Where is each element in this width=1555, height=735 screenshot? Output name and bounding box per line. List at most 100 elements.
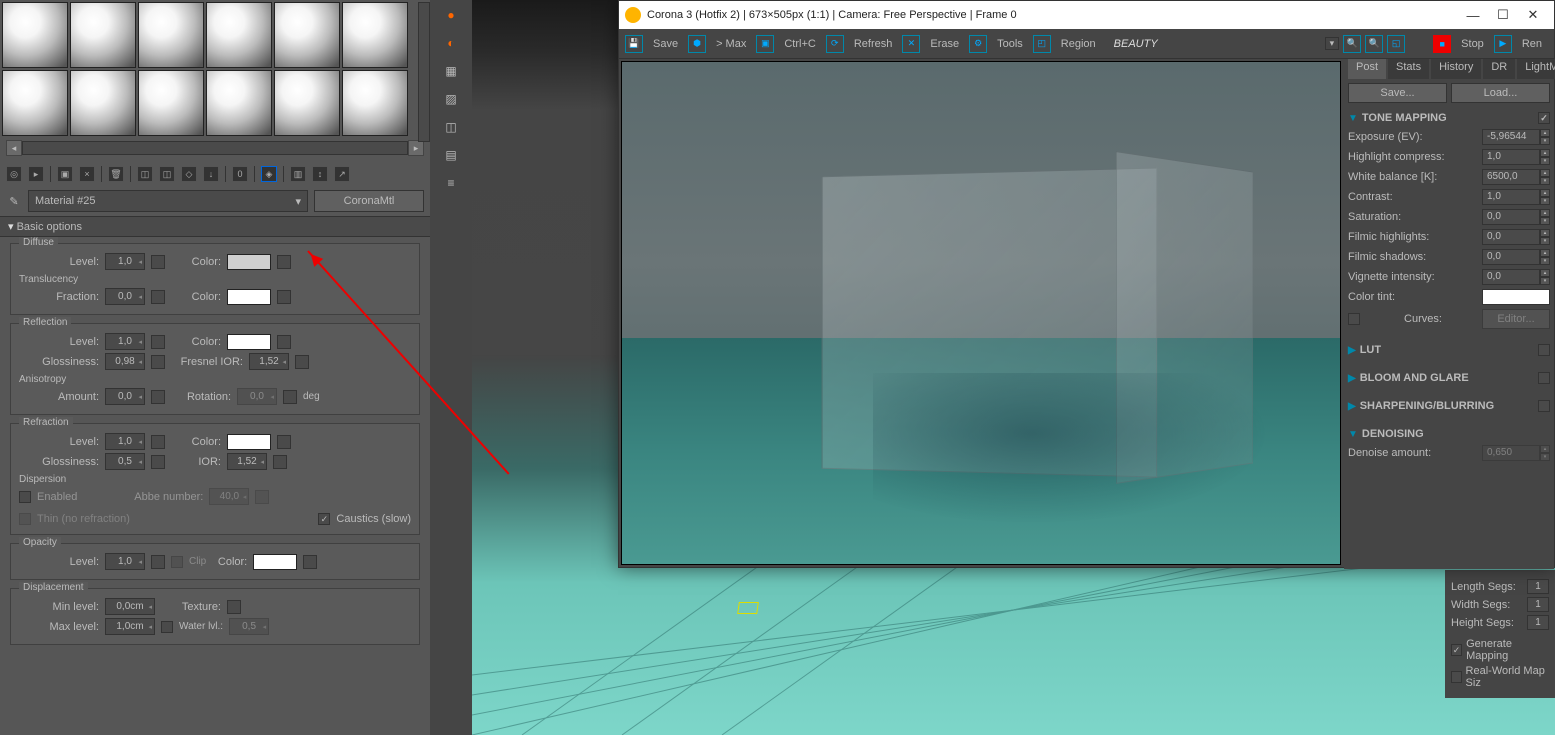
whitebal-input[interactable]: 6500,0▴▾ [1482, 169, 1550, 185]
refr-color-swatch[interactable] [227, 434, 271, 450]
scroll-right-icon[interactable]: ▸ [408, 140, 424, 156]
fresnel-input[interactable]: 1,52 [249, 353, 289, 370]
lut-checkbox[interactable] [1538, 344, 1550, 356]
delete-icon[interactable]: 🗑 [108, 166, 124, 182]
refr-gloss-input[interactable]: 0,5 [105, 453, 145, 470]
zoom-out-icon[interactable]: 🔍 [1365, 35, 1383, 53]
tools-icon[interactable]: ⚙ [969, 35, 987, 53]
filmic-h-input[interactable]: 0,0▴▾ [1482, 229, 1550, 245]
gloss-map[interactable] [151, 355, 165, 369]
curves-checkbox[interactable] [1348, 313, 1360, 325]
render-button[interactable]: Ren [1516, 33, 1548, 55]
material-thumb[interactable] [274, 70, 340, 136]
denoise-header[interactable]: ▼DENOISING [1348, 425, 1550, 443]
material-name-dropdown[interactable]: Material #25 ▾ [28, 190, 308, 212]
bloom-header[interactable]: ▶BLOOM AND GLARE [1348, 369, 1550, 387]
stop-icon[interactable]: ■ [1433, 35, 1451, 53]
fraction-input[interactable]: 0,0 [105, 288, 145, 305]
op-color-map[interactable] [303, 555, 317, 569]
maximize-button[interactable]: ☐ [1488, 3, 1518, 27]
op-level-map[interactable] [151, 555, 165, 569]
sharpen-header[interactable]: ▶SHARPENING/BLURRING [1348, 397, 1550, 415]
max-icon[interactable]: ⬢ [688, 35, 706, 53]
tex-map[interactable] [227, 600, 241, 614]
material-thumb[interactable] [206, 2, 272, 68]
assign-icon[interactable]: ▣ [57, 166, 73, 182]
copy-icon[interactable]: ▣ [756, 35, 774, 53]
minimize-button[interactable]: — [1458, 3, 1488, 27]
real-world-checkbox[interactable] [1451, 671, 1462, 683]
denoise-amount-input[interactable]: 0,650▴▾ [1482, 445, 1550, 461]
tone-mapping-header[interactable]: ▼ TONE MAPPING ✓ [1348, 109, 1550, 127]
put-library-icon[interactable]: ↓ [203, 166, 219, 182]
pass-dropdown[interactable]: BEAUTY [1114, 38, 1158, 50]
tab-history[interactable]: History [1431, 59, 1481, 79]
erase-icon[interactable]: ✕ [902, 35, 920, 53]
refr-level-input[interactable]: 1,0 [105, 433, 145, 450]
refr-ior-map[interactable] [273, 455, 287, 469]
highlight-input[interactable]: 1,0▴▾ [1482, 149, 1550, 165]
sharpen-checkbox[interactable] [1538, 400, 1550, 412]
save-post-button[interactable]: Save... [1348, 83, 1447, 103]
sample-uv-icon[interactable]: ◫ [442, 118, 460, 136]
stop-button[interactable]: Stop [1455, 33, 1490, 55]
save-icon[interactable]: 💾 [625, 35, 643, 53]
diffuse-level-input[interactable]: 1,0 [105, 253, 145, 270]
render-view[interactable] [621, 61, 1341, 565]
diffuse-level-map[interactable] [151, 255, 165, 269]
tab-post[interactable]: Post [1348, 59, 1386, 79]
minlevel-input[interactable]: 0,0cm [105, 598, 155, 615]
sample-sphere-icon[interactable]: ● [442, 6, 460, 24]
op-color-swatch[interactable] [253, 554, 297, 570]
title-bar[interactable]: Corona 3 (Hotfix 2) | 673×505px (1:1) | … [619, 1, 1554, 29]
navigate-icon[interactable]: ↕ [312, 166, 328, 182]
material-thumb[interactable] [138, 2, 204, 68]
pass-arrow-icon[interactable]: ▾ [1325, 37, 1340, 50]
refr-level-map[interactable] [151, 435, 165, 449]
refl-level-map[interactable] [151, 335, 165, 349]
save-button[interactable]: Save [647, 33, 684, 55]
curves-editor-button[interactable]: Editor... [1482, 309, 1550, 329]
aniso-map[interactable] [151, 390, 165, 404]
material-thumb[interactable] [342, 70, 408, 136]
contrast-input[interactable]: 1,0▴▾ [1482, 189, 1550, 205]
refl-color-swatch[interactable] [227, 334, 271, 350]
refr-color-map[interactable] [277, 435, 291, 449]
rotation-input[interactable]: 0,0 [237, 388, 277, 405]
fraction-map[interactable] [151, 290, 165, 304]
load-post-button[interactable]: Load... [1451, 83, 1550, 103]
material-thumb[interactable] [274, 2, 340, 68]
gizmo-icon[interactable] [737, 602, 759, 614]
reset-icon[interactable]: × [79, 166, 95, 182]
vignette-input[interactable]: 0,0▴▾ [1482, 269, 1550, 285]
sample-custom-icon[interactable]: ≡ [442, 174, 460, 192]
make-unique-icon[interactable]: ◇ [181, 166, 197, 182]
id-icon[interactable]: 0 [232, 166, 248, 182]
paste-icon[interactable]: ◫ [159, 166, 175, 182]
sample-options-icon[interactable]: ▦ [442, 62, 460, 80]
trans-color-map[interactable] [277, 290, 291, 304]
material-thumb[interactable] [70, 70, 136, 136]
refl-color-map[interactable] [277, 335, 291, 349]
region-button[interactable]: Region [1055, 33, 1102, 55]
aniso-amount-input[interactable]: 0,0 [105, 388, 145, 405]
width-segs-input[interactable]: 1 [1527, 597, 1549, 612]
copy-icon[interactable]: ◫ [137, 166, 153, 182]
tab-lightmix[interactable]: LightM [1517, 59, 1555, 79]
put-material-icon[interactable]: ▸ [28, 166, 44, 182]
rotation-map[interactable] [283, 390, 297, 404]
show-end-icon[interactable]: ▥ [290, 166, 306, 182]
filmic-s-input[interactable]: 0,0▴▾ [1482, 249, 1550, 265]
exposure-input[interactable]: -5,96544▴▾ [1482, 129, 1550, 145]
scroll-track[interactable] [22, 141, 408, 155]
diffuse-color-map[interactable] [277, 255, 291, 269]
eyedropper-icon[interactable]: ✎ [6, 193, 22, 209]
basic-options-header[interactable]: ▾ Basic options [0, 216, 430, 237]
tint-swatch[interactable] [1482, 289, 1550, 305]
region-icon[interactable]: ◰ [1033, 35, 1051, 53]
scroll-left-icon[interactable]: ◂ [6, 140, 22, 156]
refr-gloss-map[interactable] [151, 455, 165, 469]
material-thumb[interactable] [2, 70, 68, 136]
lut-header[interactable]: ▶LUT [1348, 341, 1550, 359]
get-material-icon[interactable]: ◎ [6, 166, 22, 182]
